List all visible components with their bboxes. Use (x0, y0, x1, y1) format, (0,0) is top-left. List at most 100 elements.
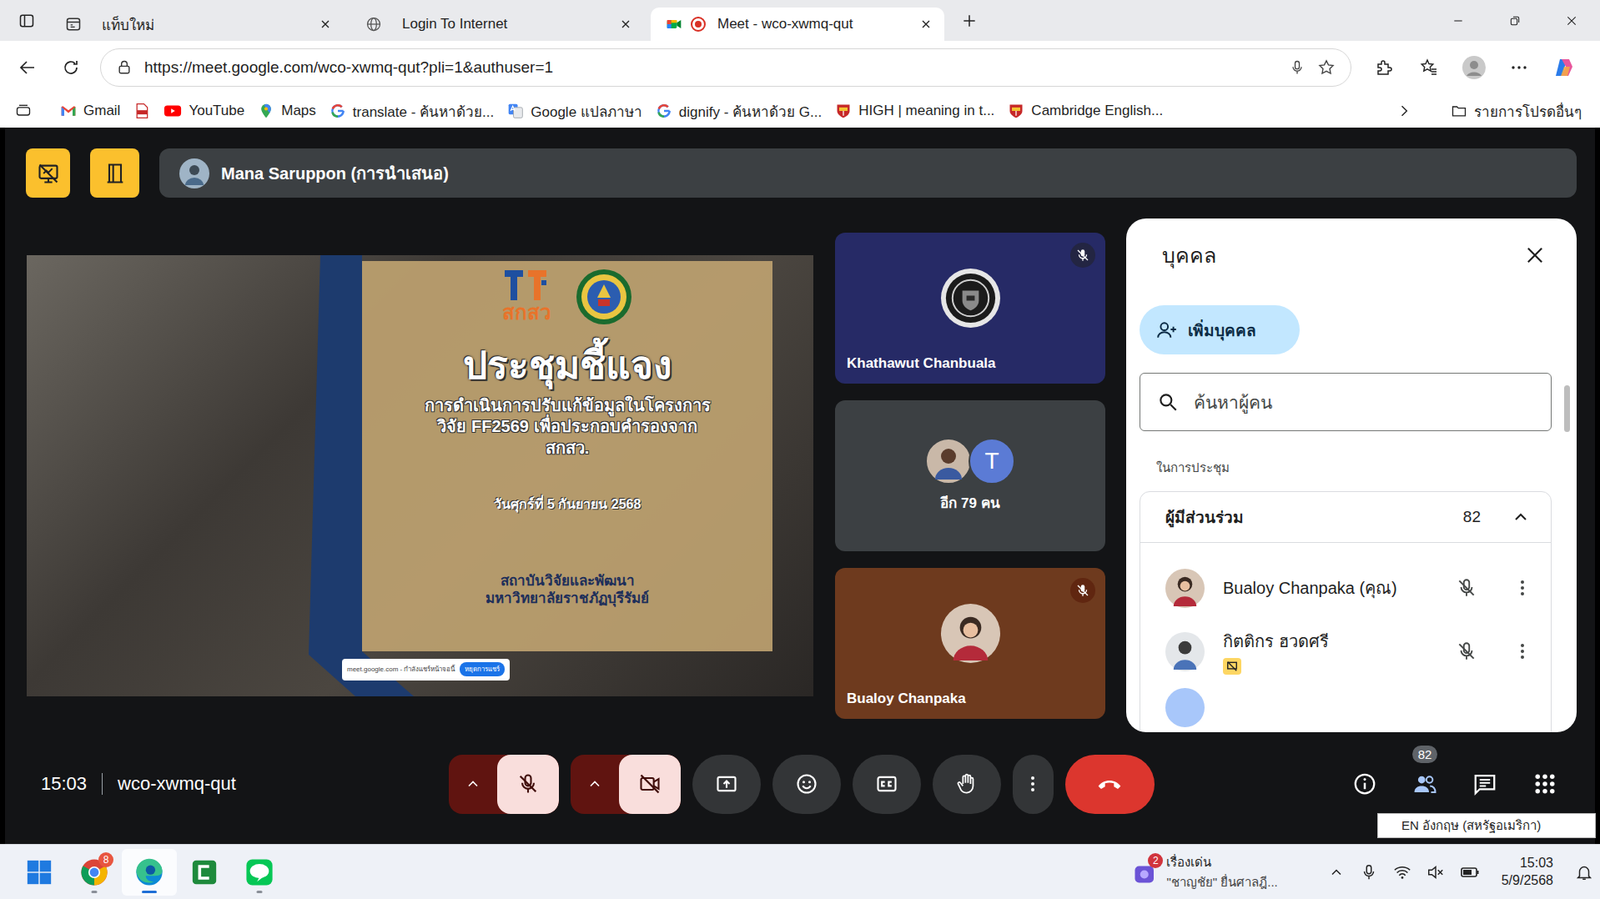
close-window-button[interactable] (1543, 0, 1600, 41)
star-icon[interactable] (1317, 58, 1336, 77)
taskbar-app[interactable] (176, 849, 232, 896)
back-button[interactable] (8, 48, 47, 87)
widgets-news[interactable]: 2เรื่องเด่น"ชาญชัย" ยื่นศาลฎี... (1132, 852, 1278, 893)
tab[interactable]: Login To Internet (350, 7, 645, 41)
bookmark[interactable]: translate - ค้นหาด้วย... (329, 100, 494, 123)
slide-subtitle-line: การดำเนินการปรับแก้ข้อมูลในโครงการ (424, 395, 711, 418)
tab[interactable]: Meet - wco-xwmq-qut (650, 7, 945, 41)
panel-title: บุคคล (1162, 238, 1217, 272)
bookmark[interactable]: Maps (257, 102, 317, 120)
raise-hand-button[interactable] (932, 754, 1002, 815)
audio-settings-button[interactable] (448, 754, 498, 815)
extensions-button[interactable] (1364, 48, 1404, 87)
bookmark[interactable] (133, 102, 151, 120)
microphone-in-use-icon[interactable] (1359, 863, 1379, 882)
wifi-icon[interactable] (1393, 863, 1412, 882)
bookmark[interactable]: Google แปลภาษา (507, 100, 643, 123)
tsri-logo-text: สกสว (502, 301, 551, 324)
video-settings-button[interactable] (570, 754, 619, 815)
microphone-button[interactable] (497, 754, 559, 815)
meeting-info-button[interactable] (1344, 764, 1385, 805)
notification-bell-icon[interactable] (1574, 863, 1594, 882)
chevron-right-icon[interactable] (1395, 102, 1413, 120)
meeting-controls: 15:03wco-xwmq-qut82 (25, 753, 1577, 816)
participant-tile[interactable]: Bualoy Chanpaka (835, 568, 1106, 720)
url-text: https://meet.google.com/wco-xwmq-qut?pli… (144, 58, 1278, 77)
close-icon[interactable] (618, 17, 633, 31)
reload-button[interactable] (51, 48, 91, 87)
mic-off-icon[interactable] (1455, 577, 1478, 599)
panel-scrollbar[interactable] (1564, 385, 1570, 433)
profile-button[interactable] (1454, 48, 1494, 87)
news-headline: "ชาญชัย" ยื่นศาลฎี... (1166, 872, 1278, 893)
participant-tile[interactable]: Khathawut Chanbuala (835, 232, 1106, 384)
clock[interactable]: 15:035/9/2568 (1501, 855, 1554, 891)
collections-icon[interactable] (15, 102, 32, 120)
restore-button[interactable] (1486, 0, 1544, 41)
chat-button[interactable] (1464, 764, 1505, 805)
more-vertical-icon[interactable] (1512, 641, 1533, 662)
initial-avatar: T (968, 437, 1016, 485)
slide-organization: สถาบันวิจัยและพัฒนามหาวิทยาลัยราชภัฏบุรี… (485, 573, 650, 608)
participant-avatar-partial (1165, 688, 1205, 728)
tsri-mark-icon (501, 268, 552, 302)
more-vertical-icon[interactable] (1512, 578, 1533, 599)
close-icon[interactable] (318, 17, 333, 31)
divider (101, 773, 103, 795)
bookmark[interactable]: dignify - ค้นหาด้วย G... (655, 100, 822, 123)
taskbar-app[interactable] (231, 849, 287, 896)
participant-row[interactable]: กิตติกร ฮวดศรี (1140, 619, 1551, 684)
taskbar: 8 2เรื่องเด่น"ชาญชัย" ยื่นศาลฎี... 15:035/… (0, 844, 1600, 899)
taskbar-app[interactable]: 8 (66, 849, 122, 896)
tab-actions-button[interactable] (8, 4, 46, 38)
settings-more-button[interactable] (1499, 48, 1539, 87)
participant-tile[interactable]: Tอีก 79 คน (835, 400, 1106, 552)
slide-organization-line: สถาบันวิจัยและพัฒนา (500, 573, 635, 590)
group-tile-content: Tอีก 79 คน (835, 400, 1106, 552)
activities-button[interactable] (1524, 764, 1565, 805)
leave-room-button[interactable] (90, 148, 140, 198)
news-title: เรื่องเด่น (1166, 852, 1278, 873)
camera-button[interactable] (618, 754, 681, 815)
close-icon[interactable] (1523, 243, 1547, 267)
participant-name: Bualoy Chanpaka (835, 690, 1106, 720)
more-options-button[interactable] (1012, 754, 1054, 815)
taskbar-app[interactable] (11, 849, 67, 896)
leave-call-button[interactable] (1065, 754, 1155, 815)
system-tray: 15:035/9/2568 (1328, 855, 1594, 891)
presenter-avatar-icon (179, 158, 210, 189)
captions-button[interactable] (852, 754, 921, 815)
copilot-button[interactable] (1544, 48, 1584, 87)
reactions-button[interactable] (772, 754, 841, 815)
favorites-button[interactable] (1409, 48, 1449, 87)
stop-sharing-button[interactable]: หยุดการแชร์ (459, 662, 505, 677)
bookmark[interactable]: YouTube (163, 101, 245, 121)
other-favorites[interactable]: รายการโปรดอื่นๆ (1450, 100, 1582, 123)
lock-icon (115, 59, 133, 76)
mic-off-icon[interactable] (1455, 640, 1478, 663)
participant-row[interactable]: Bualoy Chanpaka (คุณ) (1140, 556, 1551, 620)
taskbar-app[interactable] (121, 849, 177, 896)
people-button[interactable]: 82 (1404, 764, 1445, 805)
minimize-button[interactable] (1429, 0, 1487, 41)
microphone-icon[interactable] (1288, 59, 1306, 76)
slide-subtitle-line: สกสว. (545, 437, 590, 460)
present-button[interactable] (692, 754, 761, 815)
people-search-field[interactable]: ค้นหาผู้คน (1139, 372, 1552, 432)
bookmark[interactable]: HIGH | meaning in t... (835, 102, 995, 120)
toolbar: https://meet.google.com/wco-xwmq-qut?pli… (0, 40, 1600, 95)
address-field[interactable]: https://meet.google.com/wco-xwmq-qut?pli… (100, 48, 1352, 87)
bookmark[interactable]: Cambridge English... (1007, 102, 1163, 120)
add-people-button[interactable]: เพิ่มบุคคล (1139, 305, 1300, 355)
close-icon[interactable] (919, 17, 933, 31)
speaker-muted-icon[interactable] (1426, 863, 1445, 882)
chevron-up-icon[interactable] (1328, 864, 1345, 881)
stop-presenting-button[interactable] (25, 148, 71, 198)
battery-icon[interactable] (1459, 862, 1480, 883)
slide-organization-line: มหาวิทยาลัยราชภัฏบุรีรัมย์ (485, 590, 650, 608)
side-controls: 82 (1154, 764, 1578, 805)
tab[interactable]: แท็บใหม่ (50, 7, 344, 41)
bookmark[interactable]: Gmail (60, 102, 121, 120)
new-tab-button[interactable] (950, 4, 988, 38)
participants-group-header[interactable]: ผู้มีส่วนร่วม82 (1140, 492, 1551, 544)
